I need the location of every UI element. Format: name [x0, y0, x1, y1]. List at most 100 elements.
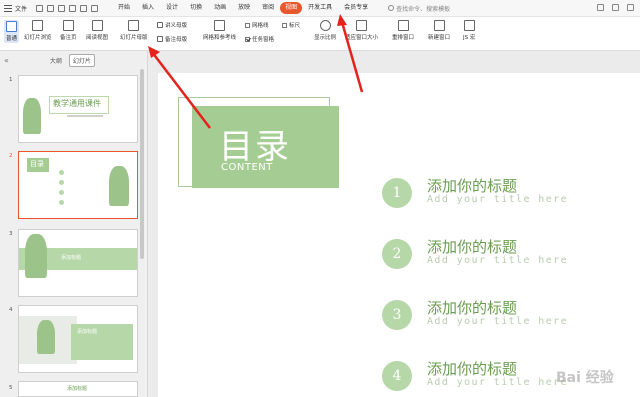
collapse-icon[interactable]: « [4, 56, 9, 65]
thumb-dot [59, 190, 64, 195]
menu-icon[interactable] [4, 4, 12, 12]
slide-thumbnail[interactable]: 添加标题 [18, 305, 138, 373]
notes-master-button[interactable]: 备注母版 [157, 35, 187, 43]
toc-subtitle: Add your title here [427, 377, 568, 388]
redo-icon[interactable] [91, 4, 99, 12]
tab-member[interactable]: 会员专享 [338, 2, 374, 14]
file-menu[interactable]: 文件 [15, 4, 27, 13]
handout-master-icon [157, 22, 163, 28]
toc-item[interactable]: 2 添加你的标题 Add your title here [382, 238, 622, 275]
slide-panel: « 大纲 幻灯片 1 教学通用课件 2 目录 3 添加标题 4 添加标题 5 添… [0, 51, 148, 397]
tab-developer[interactable]: 开发工具 [302, 2, 338, 14]
slide-thumbnail[interactable]: 教学通用课件 [18, 75, 138, 143]
slide-thumbnail-selected[interactable]: 目录 [18, 151, 138, 219]
grid-icon [214, 20, 225, 31]
toc-item[interactable]: 1 添加你的标题 Add your title here [382, 177, 622, 214]
toc-title: 添加你的标题 [427, 177, 518, 195]
normal-view-icon [6, 21, 17, 32]
tab-animations[interactable]: 动画 [208, 2, 232, 14]
task-pane-checkbox[interactable]: 任务窗格 [245, 35, 274, 43]
plant-image [23, 98, 41, 134]
search-icon [388, 5, 395, 11]
save-icon[interactable] [36, 4, 44, 12]
tab-slideshow[interactable]: 放映 [232, 2, 256, 14]
tab-home[interactable]: 开始 [112, 2, 136, 14]
ribbon-tabs: 开始 插入 设计 切换 动画 放映 审阅 视图 开发工具 会员专享 [112, 2, 374, 14]
slide-subtitle[interactable]: CONTENT [221, 162, 273, 173]
plant-image [109, 166, 129, 206]
ruler-checkbox[interactable]: 标尺 [282, 21, 300, 29]
thumb-title: 目录 [30, 160, 44, 168]
tab-review[interactable]: 审阅 [256, 2, 280, 14]
tab-outline[interactable]: 大纲 [47, 55, 65, 66]
slide-thumbnail[interactable]: 添加标题 [18, 381, 138, 397]
slide-sorter-button[interactable]: 幻灯片浏览 [24, 20, 52, 41]
menu-bar: 文件 开始 插入 设计 切换 动画 放映 审阅 视图 开发工具 会员专享 查找命… [0, 0, 640, 17]
print-icon[interactable] [58, 4, 66, 12]
thumb-line [67, 115, 103, 117]
collab-icon[interactable] [597, 4, 604, 11]
macro-icon [463, 20, 475, 31]
panel-header: « 大纲 幻灯片 [0, 51, 147, 69]
open-icon[interactable] [47, 4, 55, 12]
thumb-dot [59, 180, 64, 185]
toc-title: 添加你的标题 [427, 360, 518, 378]
undo-icon[interactable] [80, 4, 88, 12]
zoom-button[interactable]: 显示比例 [314, 20, 336, 41]
slide-title[interactable]: 目录 [219, 119, 291, 168]
handout-master-button[interactable]: 讲义母版 [157, 21, 187, 29]
normal-view-button[interactable]: 普通 [4, 20, 20, 43]
watermark-logo: Bai 经验 [556, 370, 614, 386]
more-icon[interactable] [627, 4, 634, 11]
tab-design[interactable]: 设计 [160, 2, 184, 14]
preview-icon[interactable] [69, 4, 77, 12]
toc-title: 添加你的标题 [427, 299, 518, 317]
macro-button[interactable]: JS 宏 [463, 20, 475, 41]
thumb-title: 添加标题 [61, 255, 82, 261]
toc-subtitle: Add your title here [427, 194, 568, 205]
plant-image [25, 234, 47, 278]
window-controls [597, 4, 634, 11]
tab-insert[interactable]: 插入 [136, 2, 160, 14]
fit-window-button[interactable]: 适应窗口大小 [345, 20, 378, 41]
thumb-dot [59, 200, 64, 205]
slide-sorter-icon [32, 20, 44, 31]
ribbon-view: 普通 幻灯片浏览 备注页 阅读视图 幻灯片母版 讲义母版 备注母版 网格和参考线… [0, 17, 640, 51]
tab-view[interactable]: 视图 [280, 2, 303, 14]
slide-number: 5 [9, 385, 13, 391]
gridlines-checkbox[interactable]: 网格线 [245, 21, 269, 29]
slide-number: 3 [9, 231, 13, 237]
thumb-title: 添加标题 [77, 329, 98, 335]
toc-number: 1 [382, 178, 412, 208]
slide-master-button[interactable]: 幻灯片母版 [120, 20, 148, 41]
toc-number: 3 [382, 300, 412, 330]
slide-number: 1 [9, 77, 13, 83]
tab-transitions[interactable]: 切换 [184, 2, 208, 14]
gridlines-check-icon [245, 22, 250, 28]
panel-scrollbar[interactable] [140, 69, 144, 259]
grid-guides-button[interactable]: 网格和参考线 [203, 20, 236, 41]
toc-number: 4 [382, 361, 412, 391]
thumb-title: 教学通用课件 [53, 99, 101, 108]
task-pane-check-icon [245, 36, 250, 42]
search-box[interactable]: 查找命令、搜索模板 [388, 4, 450, 13]
tab-slides[interactable]: 幻灯片 [68, 53, 95, 67]
notes-master-icon [157, 36, 163, 42]
thumb-title: 添加标题 [67, 386, 88, 392]
new-window-button[interactable]: 新建窗口 [428, 20, 450, 41]
reading-view-button[interactable]: 阅读视图 [86, 20, 108, 41]
quick-access-toolbar [36, 4, 99, 12]
toc-subtitle: Add your title here [427, 255, 568, 266]
notes-page-button[interactable]: 备注页 [60, 20, 77, 41]
toc-item[interactable]: 3 添加你的标题 Add your title here [382, 299, 622, 336]
slide-master-icon [128, 20, 140, 31]
share-icon[interactable] [612, 4, 619, 11]
slide-number: 2 [9, 153, 13, 159]
arrange-window-button[interactable]: 重排窗口 [392, 20, 414, 41]
new-window-icon [433, 20, 445, 31]
slide-thumbnail[interactable]: 添加标题 [18, 229, 138, 297]
thumb-dot [59, 170, 64, 175]
notes-page-icon [62, 20, 74, 31]
plant-image [37, 320, 55, 354]
fit-window-icon [356, 20, 367, 31]
